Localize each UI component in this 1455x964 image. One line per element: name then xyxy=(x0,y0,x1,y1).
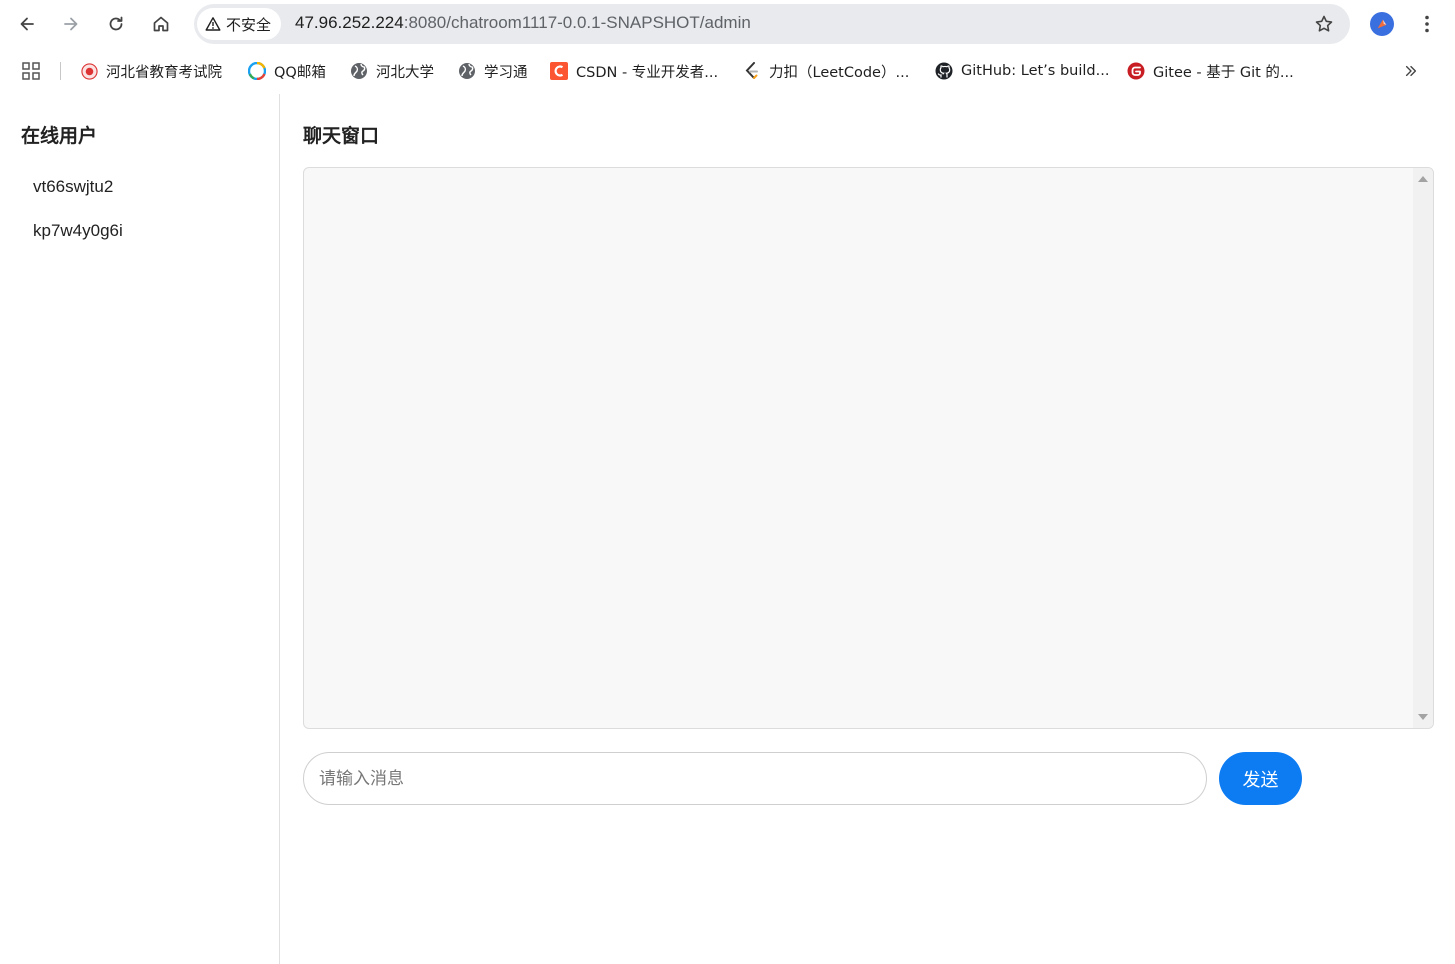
leetcode-favicon xyxy=(743,62,761,80)
bookmarks-bar: 河北省教育考试院 QQ邮箱 河北大学 学习通 CSDN - 专业开发者... 力… xyxy=(0,48,1455,94)
chat-messages-window[interactable] xyxy=(303,167,1434,729)
chat-title: 聊天窗口 xyxy=(303,125,380,147)
scroll-down-arrow-icon[interactable] xyxy=(1418,714,1428,720)
bookmarks-separator xyxy=(60,62,61,80)
star-icon xyxy=(1315,15,1333,32)
browser-toolbar: 不安全 47.96.252.224:8080/chatroom1117-0.0.… xyxy=(0,0,1455,48)
profile-avatar[interactable] xyxy=(1370,12,1394,36)
forward-button[interactable] xyxy=(55,8,87,40)
scroll-up-arrow-icon[interactable] xyxy=(1418,176,1428,182)
globe-icon xyxy=(350,62,368,80)
user-list-item[interactable]: kp7w4y0g6i xyxy=(33,220,123,264)
globe-icon xyxy=(458,62,476,80)
security-label: 不安全 xyxy=(226,15,272,34)
home-button[interactable] xyxy=(145,8,177,40)
home-icon xyxy=(153,16,169,32)
chatroom-page: 在线用户 vt66swjtu2 kp7w4y0g6i 聊天窗口 发送 xyxy=(0,94,1455,964)
reload-button[interactable] xyxy=(100,8,132,40)
bookmark-label: 力扣（LeetCode）... xyxy=(769,64,910,81)
send-button[interactable]: 发送 xyxy=(1219,752,1302,805)
bookmark-label: 河北省教育考试院 xyxy=(106,64,222,81)
chevron-double-right-icon xyxy=(1405,65,1417,77)
bookmark-star-button[interactable] xyxy=(1312,12,1336,36)
bookmark-item[interactable]: GitHub: Let’s build... xyxy=(935,60,1109,82)
arrow-right-icon xyxy=(64,17,78,31)
gitee-favicon xyxy=(1127,62,1145,80)
bookmark-item[interactable]: 力扣（LeetCode）... xyxy=(743,60,909,82)
bookmark-item[interactable]: Gitee - 基于 Git 的... xyxy=(1127,60,1294,82)
url-path: :8080/chatroom1117-0.0.1-SNAPSHOT/admin xyxy=(403,13,751,32)
back-button[interactable] xyxy=(11,8,43,40)
warning-icon xyxy=(205,17,221,31)
apps-grid-icon[interactable] xyxy=(21,61,41,81)
bookmark-label: CSDN - 专业开发者... xyxy=(576,64,719,81)
kebab-menu-icon xyxy=(1425,15,1429,33)
browser-menu-button[interactable] xyxy=(1417,10,1437,38)
bookmark-item[interactable]: 河北省教育考试院 xyxy=(80,60,222,82)
user-list: vt66swjtu2 kp7w4y0g6i xyxy=(33,176,123,264)
sidebar-title: 在线用户 xyxy=(21,125,98,147)
bookmark-item[interactable]: 学习通 xyxy=(458,60,528,82)
arrow-left-icon xyxy=(20,17,34,31)
address-bar[interactable]: 不安全 47.96.252.224:8080/chatroom1117-0.0.… xyxy=(194,4,1350,44)
qq-mail-favicon xyxy=(248,62,266,80)
security-chip[interactable]: 不安全 xyxy=(197,8,282,40)
hebei-exam-favicon xyxy=(80,62,98,80)
bookmark-item[interactable]: QQ邮箱 xyxy=(248,60,326,82)
reload-icon xyxy=(109,16,123,31)
bookmark-label: QQ邮箱 xyxy=(274,64,326,81)
url-host: 47.96.252.224 xyxy=(295,13,404,32)
profile-icon xyxy=(1377,19,1387,29)
bookmark-label: Gitee - 基于 Git 的... xyxy=(1153,64,1294,81)
bookmark-label: GitHub: Let’s build... xyxy=(961,63,1110,79)
user-list-item[interactable]: vt66swjtu2 xyxy=(33,176,123,220)
online-users-sidebar: 在线用户 vt66swjtu2 kp7w4y0g6i xyxy=(0,94,280,964)
bookmark-label: 学习通 xyxy=(484,64,528,81)
message-input[interactable] xyxy=(303,752,1207,805)
bookmark-label: 河北大学 xyxy=(376,64,434,81)
bookmark-item[interactable]: 河北大学 xyxy=(350,60,434,82)
bookmarks-overflow-button[interactable] xyxy=(1400,60,1422,82)
chat-scrollbar[interactable] xyxy=(1413,168,1433,728)
github-favicon xyxy=(935,62,953,80)
bookmark-item[interactable]: CSDN - 专业开发者... xyxy=(550,60,718,82)
csdn-favicon xyxy=(550,62,568,80)
url-text[interactable]: 47.96.252.224:8080/chatroom1117-0.0.1-SN… xyxy=(295,13,751,33)
chat-panel: 聊天窗口 发送 xyxy=(303,94,1455,964)
